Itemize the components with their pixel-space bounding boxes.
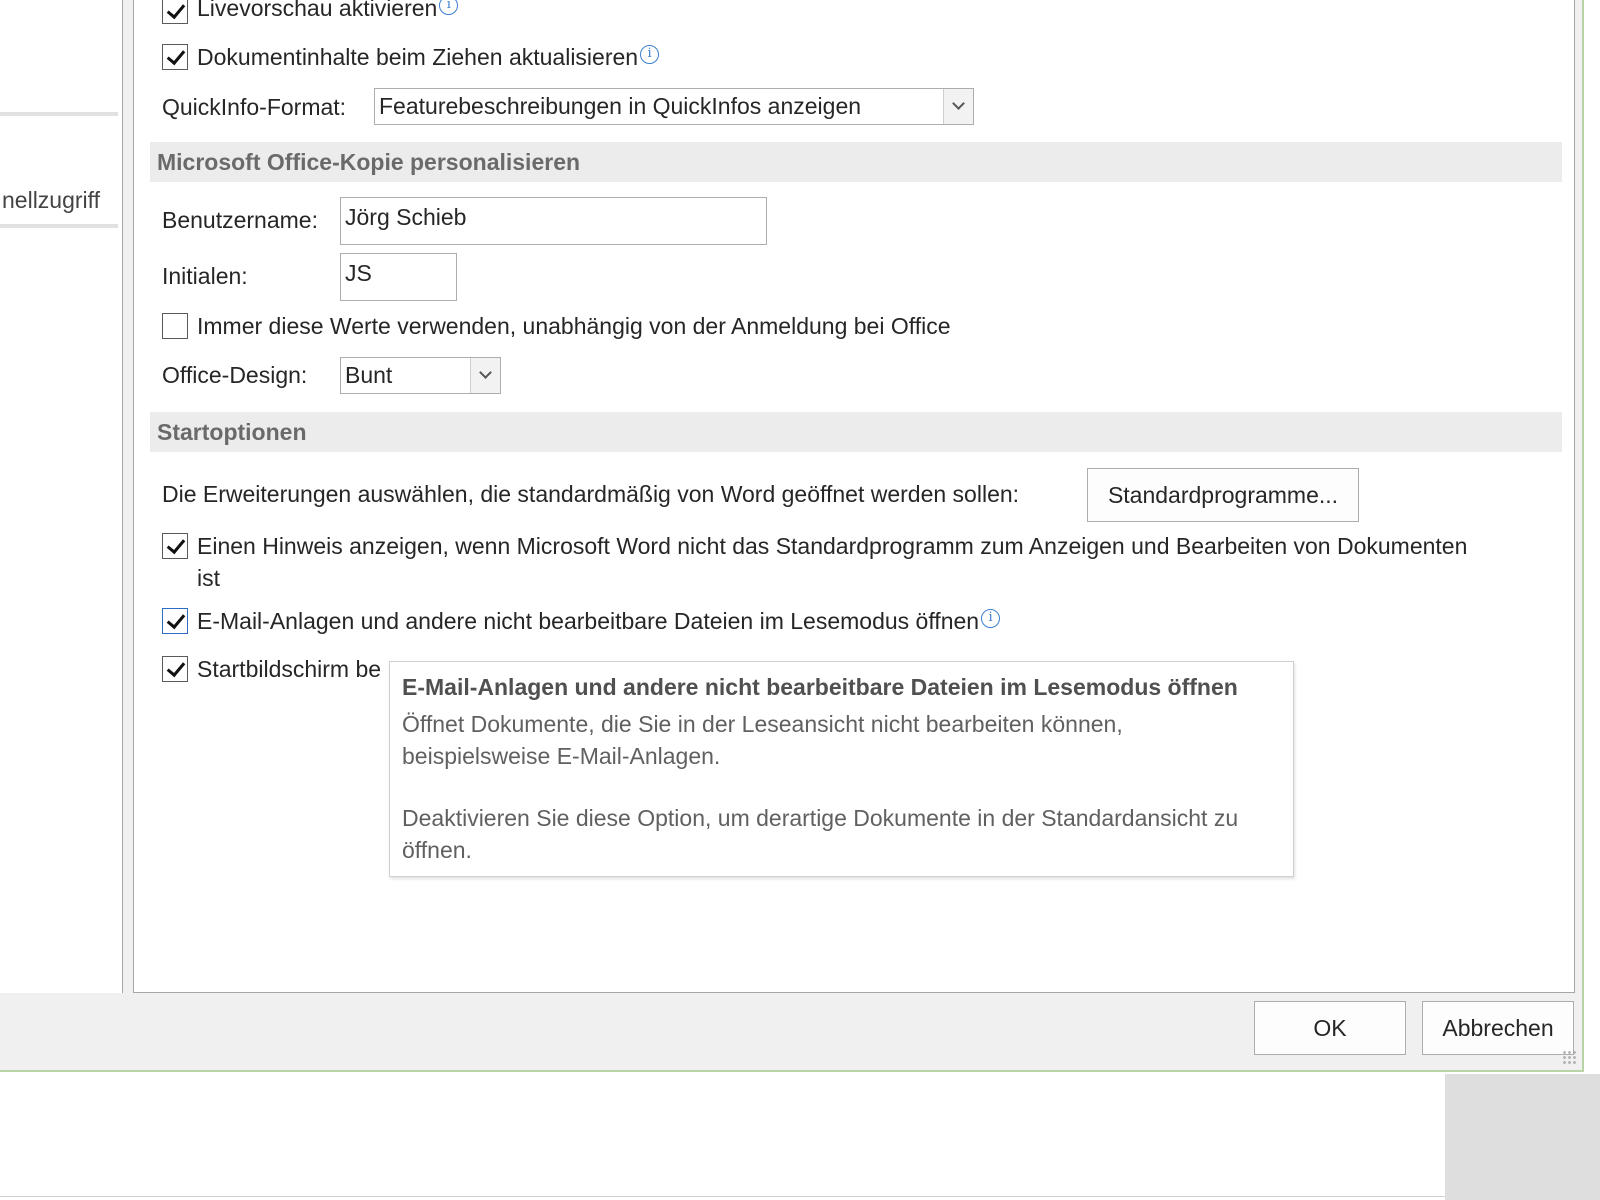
tooltip-hint-line: öffnen. <box>402 837 472 863</box>
username-label: Benutzername: <box>162 207 318 233</box>
live-preview-checkbox[interactable] <box>162 0 188 24</box>
reading-mode-tooltip: E-Mail-Anlagen und andere nicht bearbeit… <box>389 661 1294 877</box>
start-screen-checkbox[interactable] <box>162 656 188 682</box>
live-preview-row: Livevorschau aktivieren i <box>197 0 459 23</box>
initials-label: Initialen: <box>162 263 248 289</box>
quickinfo-format-value: Featurebeschreibungen in QuickInfos anze… <box>379 93 862 119</box>
reading-mode-checkbox[interactable] <box>162 608 188 634</box>
tooltip-description: Öffnet Dokumente, die Sie in der Leseans… <box>402 708 1281 772</box>
notify-default-program-label: Einen Hinweis anzeigen, wenn Microsoft W… <box>197 533 1468 559</box>
always-use-values-checkbox[interactable] <box>162 313 188 339</box>
always-use-values-label: Immer diese Werte verwenden, unabhängig … <box>197 313 951 339</box>
tooltip-description-line: Öffnet Dokumente, die Sie in der Leseans… <box>402 711 1123 737</box>
info-icon: i <box>439 0 459 15</box>
word-options-dialog: nellzugriff Livevorschau aktivieren i Dok… <box>0 0 1584 1072</box>
reading-mode-row: E-Mail-Anlagen und andere nicht bearbeit… <box>197 606 1001 636</box>
background-divider <box>0 1196 1445 1197</box>
background-window-area <box>1445 1074 1600 1200</box>
tooltip-hint-line: Deaktivieren Sie diese Option, um derart… <box>402 805 1239 831</box>
left-nav-item-quick-access[interactable]: nellzugriff <box>0 184 118 216</box>
update-content-checkbox[interactable] <box>162 44 188 70</box>
extensions-text: Die Erweiterungen auswählen, die standar… <box>162 481 1020 507</box>
office-design-select[interactable]: Bunt <box>340 357 501 394</box>
info-icon[interactable]: i <box>981 609 1001 628</box>
notify-default-program-label-cont: ist <box>197 565 220 591</box>
office-design-value: Bunt <box>345 362 393 388</box>
update-content-row: Dokumentinhalte beim Ziehen aktualisiere… <box>197 42 660 72</box>
tooltip-hint: Deaktivieren Sie diese Option, um derart… <box>402 802 1281 866</box>
quickinfo-format-select[interactable]: Featurebeschreibungen in QuickInfos anze… <box>374 88 974 125</box>
resize-grip-icon[interactable] <box>1562 1050 1576 1064</box>
initials-input[interactable]: JS <box>340 253 457 301</box>
start-screen-label: Startbildschirm be <box>197 656 382 682</box>
section-header-personalize: Microsoft Office-Kopie personalisieren <box>150 142 1562 182</box>
info-icon: i <box>640 45 660 64</box>
chevron-down-icon[interactable] <box>943 89 973 124</box>
tooltip-description-line: beispielsweise E-Mail-Anlagen. <box>402 743 721 769</box>
chevron-down-icon[interactable] <box>470 358 500 393</box>
reading-mode-label: E-Mail-Anlagen und andere nicht bearbeit… <box>197 608 980 634</box>
quickinfo-label: QuickInfo-Format: <box>162 94 347 120</box>
cancel-button[interactable]: Abbrechen <box>1422 1001 1574 1055</box>
tooltip-title: E-Mail-Anlagen und andere nicht bearbeit… <box>402 674 1238 700</box>
notify-default-program-checkbox[interactable] <box>162 533 188 559</box>
default-programs-button[interactable]: Standardprogramme... <box>1087 468 1359 522</box>
left-nav-panel: nellzugriff <box>0 0 123 993</box>
section-header-startup: Startoptionen <box>150 412 1562 452</box>
live-preview-label: Livevorschau aktivieren <box>197 0 438 21</box>
left-nav-separator <box>0 112 118 116</box>
office-design-label: Office-Design: <box>162 362 308 388</box>
update-content-label: Dokumentinhalte beim Ziehen aktualisiere… <box>197 44 639 70</box>
left-nav-separator <box>0 224 118 228</box>
ok-button[interactable]: OK <box>1254 1001 1406 1055</box>
username-input[interactable]: Jörg Schieb <box>340 197 767 245</box>
